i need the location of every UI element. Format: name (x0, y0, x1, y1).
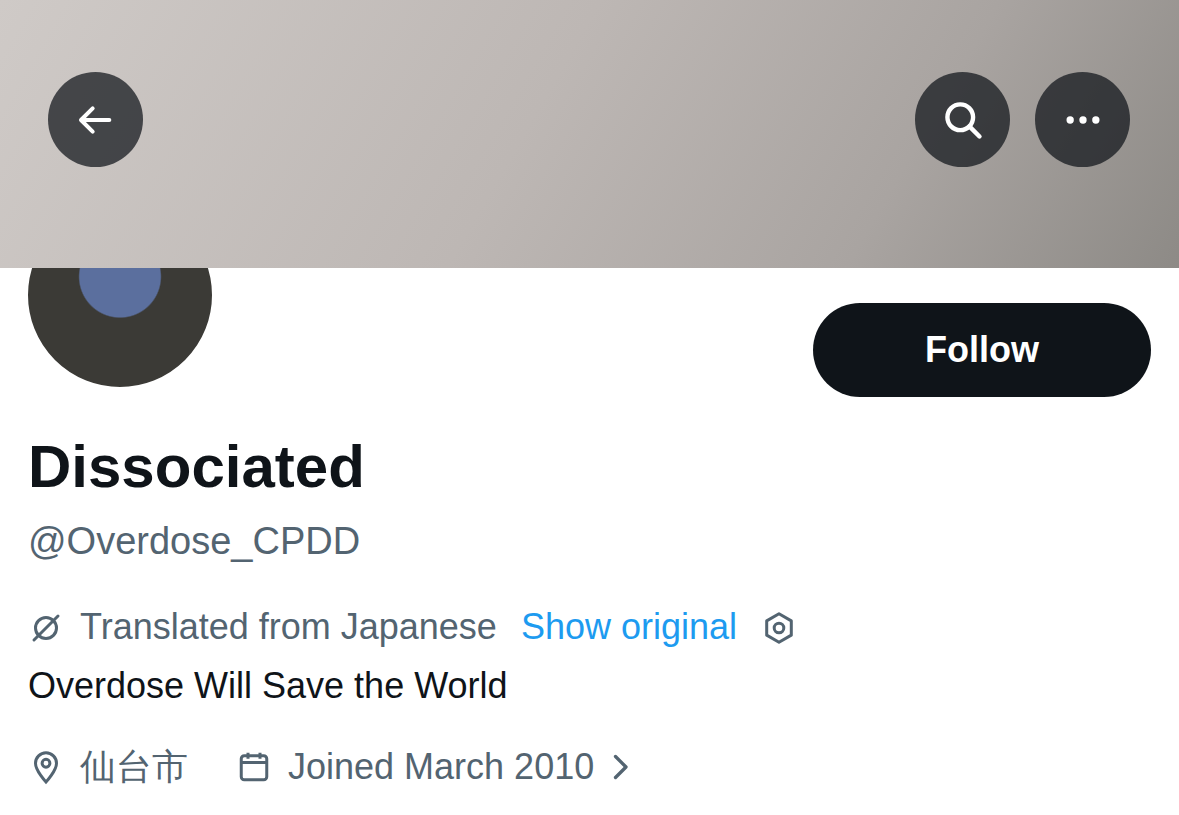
translation-label: Translated from Japanese (80, 604, 497, 651)
search-button[interactable] (915, 72, 1010, 167)
follow-button[interactable]: Follow (813, 303, 1151, 397)
user-handle: @Overdose_CPDD (28, 517, 1151, 566)
more-button[interactable] (1035, 72, 1130, 167)
bio: Overdose Will Save the World (28, 663, 1151, 710)
more-dots-icon (1061, 98, 1105, 142)
translation-row: Translated from Japanese Show original (28, 604, 1151, 651)
search-icon (941, 98, 985, 142)
joined-date[interactable]: Joined March 2010 (288, 744, 594, 791)
location-pin-icon (28, 749, 64, 785)
back-arrow-icon (76, 100, 116, 140)
calendar-icon (236, 749, 272, 785)
translate-icon (28, 610, 64, 646)
chevron-right-icon[interactable] (602, 749, 638, 785)
meta-row: 仙台市 Joined March 2010 (28, 744, 1151, 791)
show-original-link[interactable]: Show original (521, 604, 737, 651)
back-button[interactable] (48, 72, 143, 167)
location: 仙台市 (80, 744, 188, 791)
display-name: Dissociated (28, 431, 1151, 503)
profile-banner (0, 0, 1179, 268)
gear-icon[interactable] (761, 610, 797, 646)
